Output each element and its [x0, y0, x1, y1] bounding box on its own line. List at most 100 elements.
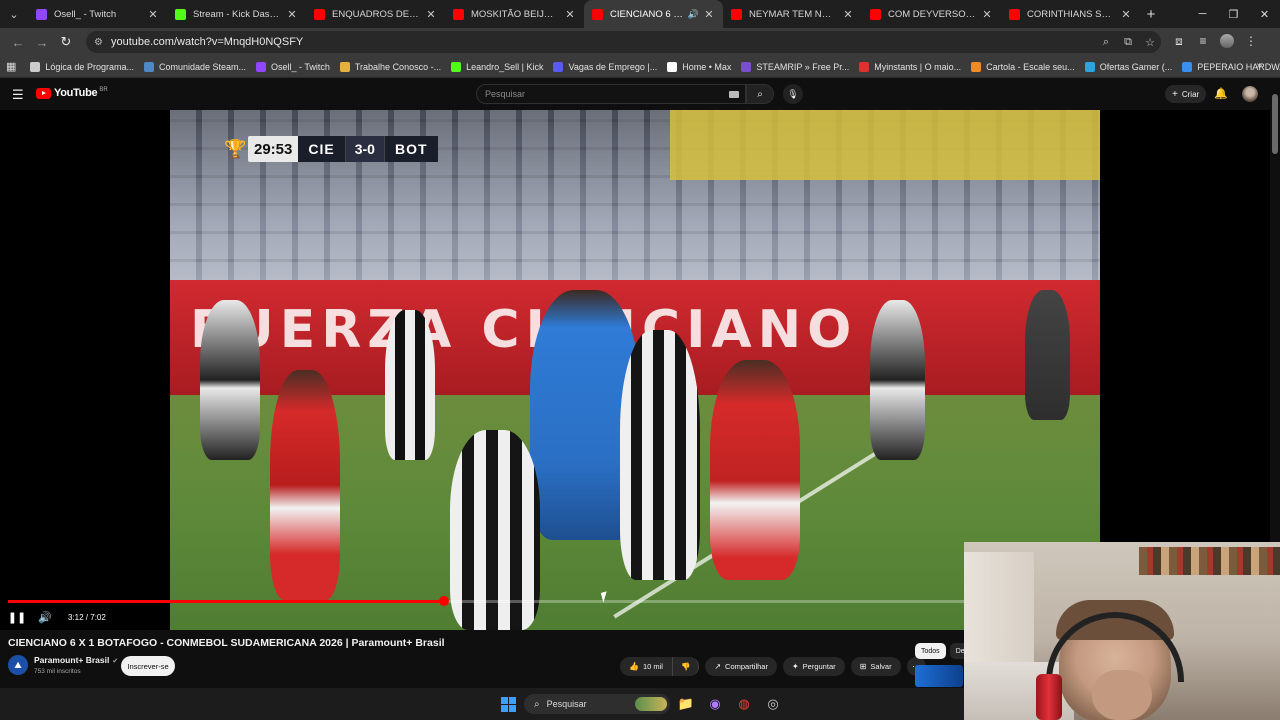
hamburger-menu-icon[interactable]: ☰: [12, 87, 24, 103]
browser-tab[interactable]: NEYMAR TEM NOITE DE ✕: [723, 0, 862, 28]
chrome-icon[interactable]: ◍: [734, 694, 754, 714]
tab-search-icon[interactable]: ⌄: [0, 0, 28, 28]
media-controls-icon[interactable]: ≡: [1191, 34, 1215, 51]
bookmark-item[interactable]: Osell_ - Twitch: [256, 61, 330, 72]
zoom-icon[interactable]: ⌕: [1095, 36, 1117, 49]
subscribe-button[interactable]: Inscrever-se: [121, 656, 175, 676]
create-label: Criar: [1181, 89, 1200, 99]
tab-favicon-icon: [175, 8, 186, 20]
ask-button[interactable]: ✦ Perguntar: [782, 657, 845, 676]
bookmark-item[interactable]: Home • Max: [667, 61, 731, 72]
bookmark-item[interactable]: Comunidade Steam...: [143, 61, 246, 72]
page-scrollbar[interactable]: [1270, 78, 1280, 542]
webcam-overlay: [964, 542, 1280, 720]
dislike-button[interactable]: 👎: [672, 657, 700, 676]
close-tab-icon[interactable]: ✕: [842, 8, 854, 21]
extensions-icon[interactable]: ⧈: [1167, 34, 1191, 51]
forward-icon[interactable]: →: [30, 30, 54, 54]
bookmarks-overflow-icon[interactable]: »: [1256, 60, 1262, 71]
browser-tab[interactable]: CIENCIANO 6 X 1 BOT 🔊 ✕: [584, 0, 723, 28]
address-bar[interactable]: ⚙ youtube.com/watch?v=MnqdH0NQSFY ⌕ ⧉ ☆: [86, 31, 1161, 53]
volume-icon[interactable]: 🔊: [32, 611, 58, 624]
bookmark-favicon-icon: [451, 61, 462, 72]
close-tab-icon[interactable]: ✕: [286, 8, 298, 21]
close-tab-icon[interactable]: ✕: [147, 8, 159, 21]
create-button[interactable]: + Criar: [1165, 85, 1207, 103]
bookmark-item[interactable]: STEAMRIP » Free Pr...: [741, 61, 849, 72]
pause-icon[interactable]: ❚❚: [2, 611, 32, 624]
bookmark-item[interactable]: Leandro_Sell | Kick: [451, 61, 543, 72]
bookmark-item[interactable]: Myinstants | O maio...: [859, 61, 962, 72]
file-explorer-icon[interactable]: 📁: [676, 694, 696, 714]
taskbar-search-placeholder: Pesquisar: [546, 699, 587, 709]
browser-tab[interactable]: Osell_ - Twitch ✕: [28, 0, 167, 28]
search-input[interactable]: Pesquisar: [476, 84, 746, 104]
search-placeholder: Pesquisar: [485, 89, 526, 99]
bookmark-item[interactable]: Cartola - Escale seu...: [971, 61, 1075, 72]
browser-tab[interactable]: MOSKITÃO BEIJOU FAZEN ✕: [445, 0, 584, 28]
close-tab-icon[interactable]: ✕: [981, 8, 993, 21]
browser-tab[interactable]: Stream - Kick Dashboard ✕: [167, 0, 306, 28]
close-tab-icon[interactable]: ✕: [1120, 8, 1132, 21]
windows-start-icon[interactable]: [498, 694, 518, 714]
close-tab-icon[interactable]: ✕: [425, 8, 437, 21]
progress-bar[interactable]: [8, 596, 964, 606]
save-button[interactable]: ⊞ Salvar: [850, 657, 901, 676]
like-button[interactable]: 👍 10 mil: [620, 657, 673, 676]
tab-favicon-icon: [731, 8, 742, 20]
notifications-bell-icon[interactable]: 🔔: [1214, 87, 1228, 100]
reload-icon[interactable]: ↻: [54, 30, 78, 54]
like-dislike-group: 👍 10 mil 👎: [620, 657, 700, 676]
bookmark-favicon-icon: [741, 61, 752, 72]
url-text[interactable]: youtube.com/watch?v=MnqdH0NQSFY: [111, 36, 1095, 48]
chip-all[interactable]: Todos: [915, 643, 946, 659]
search-button[interactable]: ⌕: [746, 84, 774, 104]
channel-avatar[interactable]: ⛰: [8, 655, 28, 675]
discord-icon[interactable]: ◉: [705, 694, 725, 714]
bookmark-star-icon[interactable]: ☆: [1139, 36, 1161, 49]
tab-audio-icon[interactable]: 🔊: [688, 9, 699, 20]
bookmark-favicon-icon: [859, 61, 870, 72]
bookmark-favicon-icon: [143, 61, 154, 72]
restore-icon[interactable]: ❐: [1218, 0, 1249, 28]
bookmark-item[interactable]: Trabalhe Conosco -...: [339, 61, 441, 72]
close-window-icon[interactable]: ✕: [1249, 0, 1280, 28]
channel-name[interactable]: Paramount+ Brasil: [34, 655, 109, 665]
browser-tab[interactable]: CORINTHIANS SEGURA E ✕: [1001, 0, 1140, 28]
back-icon[interactable]: ←: [6, 30, 30, 54]
browser-tab[interactable]: ENQUADROS DE MOTO (I ✕: [306, 0, 445, 28]
youtube-logo[interactable]: YouTube BR: [36, 87, 108, 99]
site-info-icon[interactable]: ⚙: [94, 37, 103, 48]
bookmark-item[interactable]: Lógica de Programa...: [30, 61, 134, 72]
close-tab-icon[interactable]: ✕: [564, 8, 576, 21]
app-icon[interactable]: ◎: [763, 694, 783, 714]
bookmark-label: Myinstants | O maio...: [874, 61, 962, 72]
bookmark-item[interactable]: Vagas de Emprego |...: [553, 61, 657, 72]
bookmark-item[interactable]: Ofertas Gamer (...: [1084, 61, 1172, 72]
bookmark-label: Osell_ - Twitch: [271, 61, 330, 72]
share-label: Compartilhar: [725, 662, 768, 671]
browser-tab[interactable]: COM DEYVERSON, LDU E ✕: [862, 0, 1001, 28]
bookmark-item[interactable]: PEPERAIO HARDWA...: [1182, 61, 1280, 72]
player-controls: ❚❚ 🔊 3:12 / 7:02: [0, 606, 106, 628]
close-tab-icon[interactable]: ✕: [703, 8, 715, 21]
video-frame[interactable]: FUERZA CIENCIANO 🏆 29:53 CIE 3-0 BOT: [170, 110, 1100, 630]
apps-grid-icon[interactable]: ▦: [6, 60, 16, 73]
menu-kebab-icon[interactable]: ⋮: [1239, 34, 1263, 51]
minimize-icon[interactable]: ─: [1187, 0, 1218, 28]
scrollbar-thumb[interactable]: [1272, 94, 1278, 154]
share-button[interactable]: ↗ Compartilhar: [705, 657, 777, 676]
voice-search-button[interactable]: 🎙: [783, 84, 803, 104]
scrubber-handle[interactable]: [438, 596, 449, 606]
install-icon[interactable]: ⧉: [1117, 36, 1139, 49]
taskbar-search[interactable]: ⌕ Pesquisar: [524, 694, 670, 714]
bookmark-favicon-icon: [256, 61, 267, 72]
keyboard-icon[interactable]: [729, 90, 739, 98]
profile-icon[interactable]: [1215, 33, 1239, 51]
tab-title: MOSKITÃO BEIJOU FAZEN: [471, 8, 560, 20]
red-cup: [1036, 674, 1062, 720]
account-avatar[interactable]: [1242, 86, 1258, 102]
recommended-thumbnail[interactable]: [915, 665, 963, 687]
new-tab-button[interactable]: +: [1140, 6, 1162, 23]
scorebug: 🏆 29:53 CIE 3-0 BOT: [224, 134, 438, 164]
